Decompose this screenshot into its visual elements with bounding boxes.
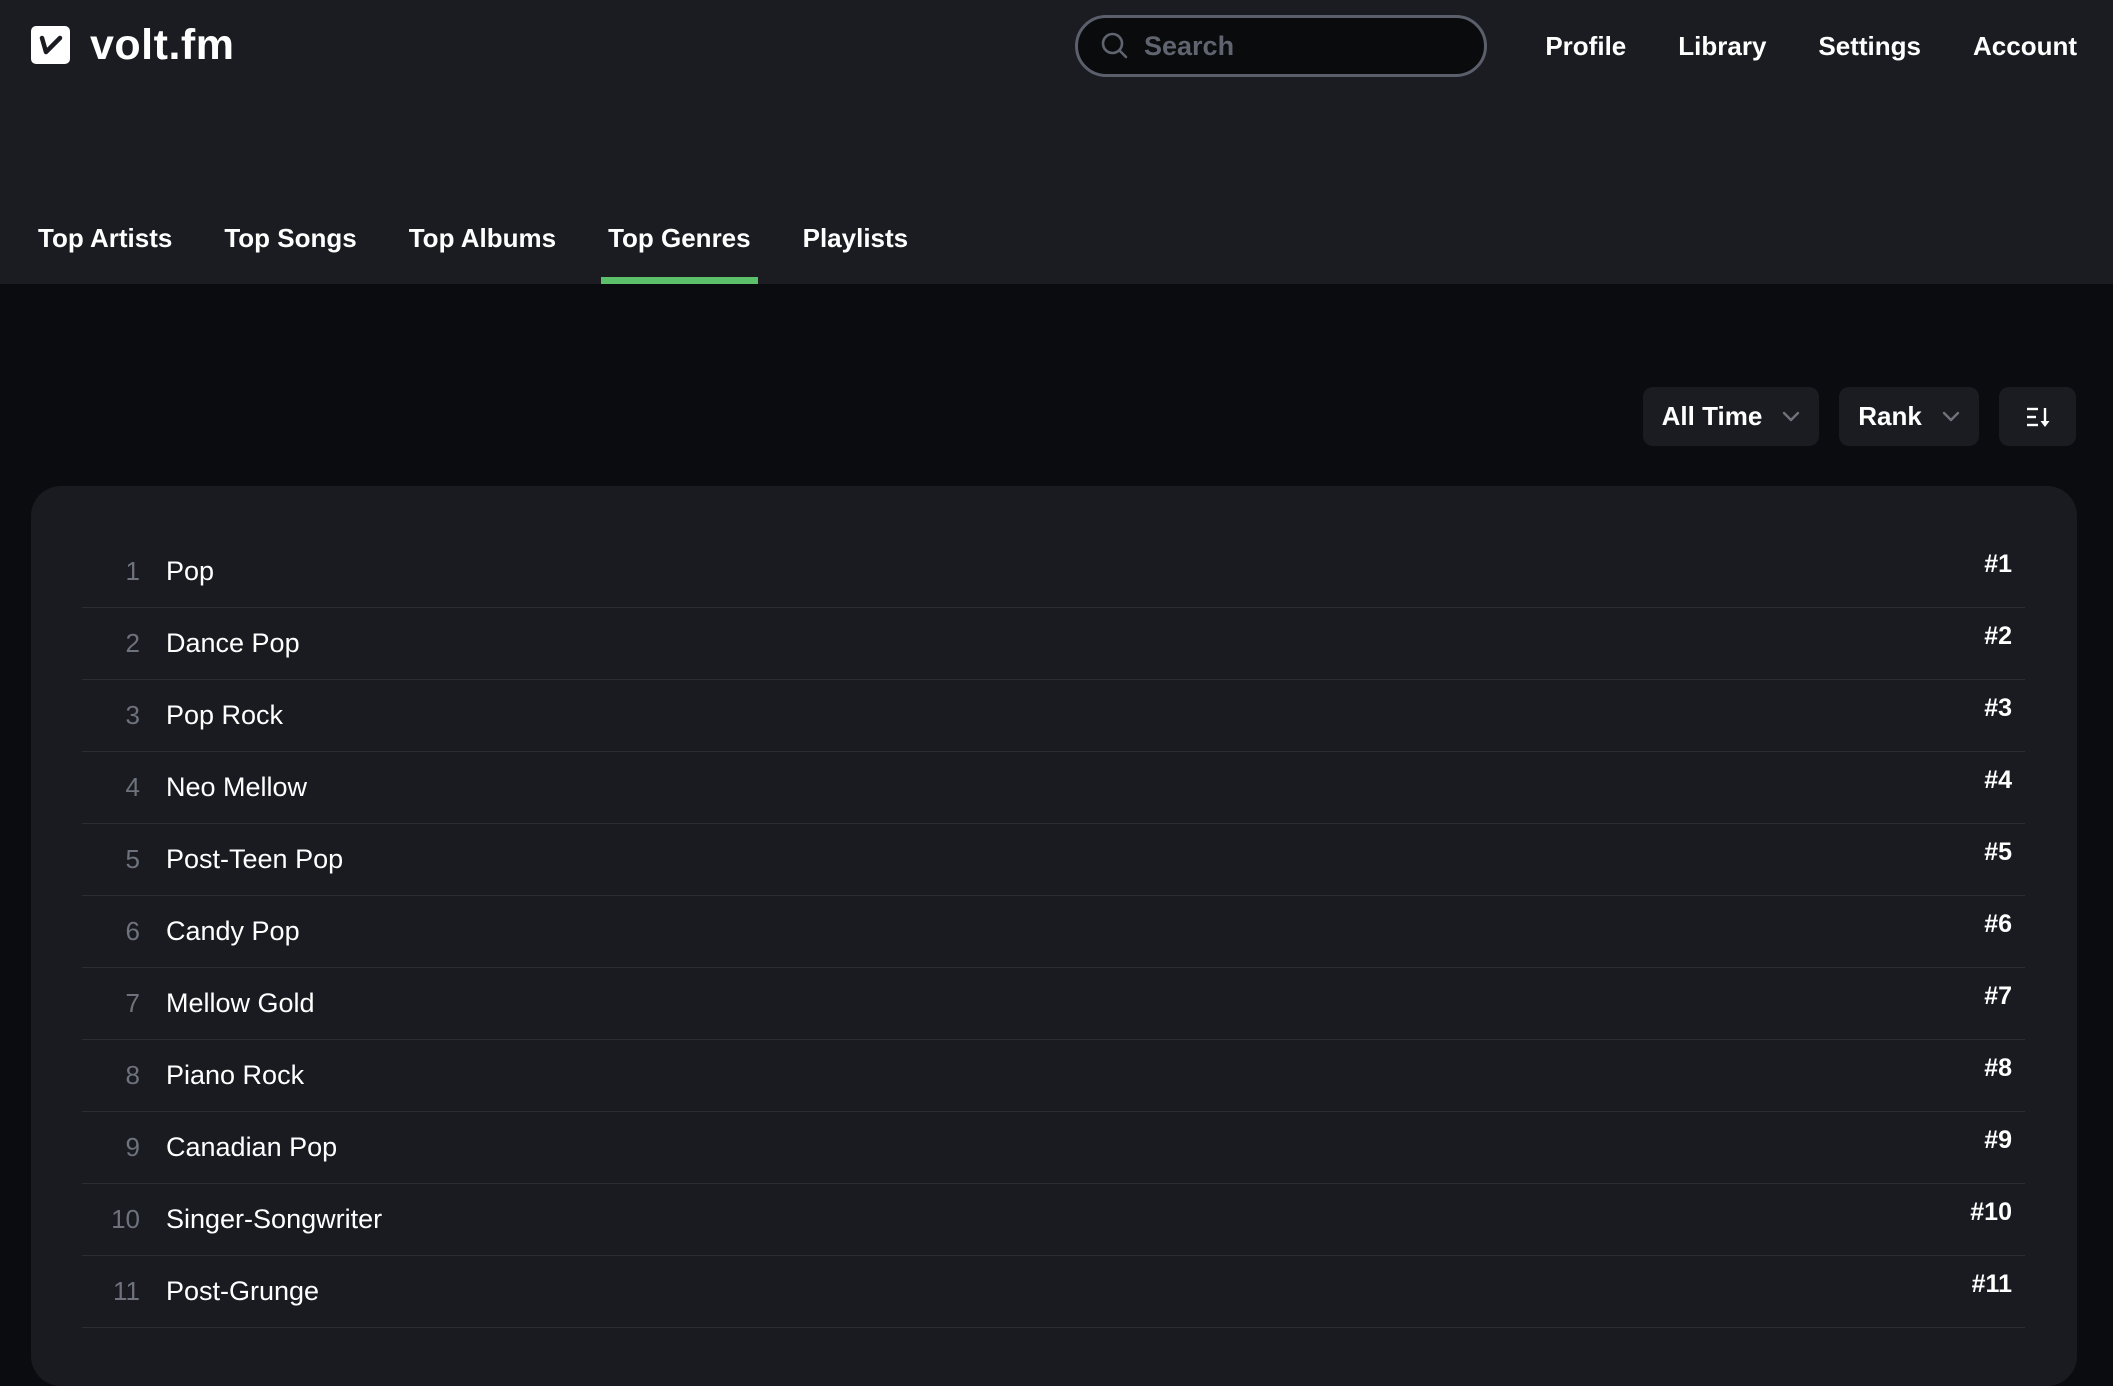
list-item[interactable]: 9 Canadian Pop #9 bbox=[82, 1112, 2025, 1184]
genre-rank: #7 bbox=[1984, 982, 2012, 1010]
list-item[interactable]: 1 Pop #1 bbox=[82, 536, 2025, 608]
nav-library[interactable]: Library bbox=[1678, 28, 1766, 64]
list-position: 2 bbox=[125, 628, 140, 658]
logo[interactable]: volt.fm bbox=[31, 21, 235, 69]
list-item[interactable]: 3 Pop Rock #3 bbox=[82, 680, 2025, 752]
sort-by-dropdown[interactable]: Rank bbox=[1839, 387, 1979, 446]
list-position: 10 bbox=[111, 1204, 140, 1234]
genre-name: Piano Rock bbox=[166, 1060, 305, 1090]
app-name: volt.fm bbox=[90, 21, 235, 69]
tab-playlists[interactable]: Playlists bbox=[803, 222, 909, 270]
genre-rank: #9 bbox=[1984, 1126, 2012, 1154]
genre-name: Dance Pop bbox=[166, 628, 300, 658]
genre-name: Singer-Songwriter bbox=[166, 1204, 383, 1234]
sort-descending-icon bbox=[2026, 407, 2049, 427]
list-position: 5 bbox=[125, 844, 140, 874]
chevron-down-icon bbox=[1942, 411, 1959, 421]
genre-name: Post-Teen Pop bbox=[166, 844, 344, 874]
section-tabs: Top Artists Top Songs Top Albums Top Gen… bbox=[38, 222, 960, 284]
list-item[interactable]: 7 Mellow Gold #7 bbox=[82, 968, 2025, 1040]
tab-top-songs[interactable]: Top Songs bbox=[224, 222, 356, 270]
nav-settings[interactable]: Settings bbox=[1818, 28, 1921, 64]
chevron-down-icon bbox=[1783, 411, 1800, 421]
list-position: 9 bbox=[125, 1132, 140, 1162]
top-header: volt.fm Profile Library Settings Account… bbox=[0, 0, 2113, 284]
nav-account[interactable]: Account bbox=[1973, 28, 2077, 64]
genre-name: Pop Rock bbox=[166, 700, 284, 730]
genre-name: Neo Mellow bbox=[166, 772, 308, 802]
genre-rank: #10 bbox=[1970, 1198, 2012, 1226]
tab-top-artists[interactable]: Top Artists bbox=[38, 222, 172, 270]
search-box[interactable] bbox=[1075, 15, 1487, 77]
sort-order-button[interactable] bbox=[1999, 387, 2076, 446]
genre-name: Post-Grunge bbox=[166, 1276, 320, 1306]
list-item[interactable]: 10 Singer-Songwriter #10 bbox=[82, 1184, 2025, 1256]
genre-rank: #11 bbox=[1971, 1270, 2012, 1298]
list-position: 11 bbox=[113, 1276, 140, 1306]
list-item[interactable]: 4 Neo Mellow #4 bbox=[82, 752, 2025, 824]
list-item[interactable]: 11 Post-Grunge #11 bbox=[82, 1256, 2025, 1328]
genres-list: 1 Pop #1 2 Dance Pop #2 3 Pop Rock #3 4 … bbox=[82, 536, 2025, 1328]
genre-rank: #4 bbox=[1984, 766, 2012, 794]
sort-by-value: Rank bbox=[1858, 401, 1922, 431]
list-position: 6 bbox=[125, 916, 140, 946]
list-position: 8 bbox=[125, 1060, 140, 1090]
genre-name: Pop bbox=[166, 556, 215, 586]
genre-rank: #3 bbox=[1984, 694, 2012, 722]
list-item[interactable]: 2 Dance Pop #2 bbox=[82, 608, 2025, 680]
genre-rank: #1 bbox=[1984, 550, 2012, 578]
list-position: 3 bbox=[125, 700, 140, 730]
search-icon bbox=[1101, 32, 1128, 59]
list-controls: All Time Rank bbox=[1643, 387, 2076, 446]
genre-name: Mellow Gold bbox=[166, 988, 315, 1018]
list-position: 4 bbox=[125, 772, 140, 802]
list-position: 7 bbox=[125, 988, 140, 1018]
list-item[interactable]: 6 Candy Pop #6 bbox=[82, 896, 2025, 968]
genre-name: Canadian Pop bbox=[166, 1132, 338, 1162]
time-range-dropdown[interactable]: All Time bbox=[1643, 387, 1819, 446]
time-range-value: All Time bbox=[1661, 401, 1763, 431]
genre-rank: #5 bbox=[1984, 838, 2012, 866]
list-item[interactable]: 8 Piano Rock #8 bbox=[82, 1040, 2025, 1112]
logo-mark-icon bbox=[31, 26, 70, 64]
genre-rank: #8 bbox=[1984, 1054, 2012, 1082]
genres-card: 1 Pop #1 2 Dance Pop #2 3 Pop Rock #3 4 … bbox=[31, 486, 2077, 1386]
tab-top-albums[interactable]: Top Albums bbox=[409, 222, 556, 270]
nav-profile[interactable]: Profile bbox=[1545, 28, 1626, 64]
search-input[interactable] bbox=[1142, 29, 1466, 63]
genre-rank: #6 bbox=[1984, 910, 2012, 938]
genre-name: Candy Pop bbox=[166, 916, 300, 946]
list-position: 1 bbox=[125, 556, 140, 586]
genre-rank: #2 bbox=[1984, 622, 2012, 650]
top-nav: Profile Library Settings Account bbox=[1493, 28, 2077, 64]
tab-top-genres[interactable]: Top Genres bbox=[601, 222, 758, 284]
list-item[interactable]: 5 Post-Teen Pop #5 bbox=[82, 824, 2025, 896]
